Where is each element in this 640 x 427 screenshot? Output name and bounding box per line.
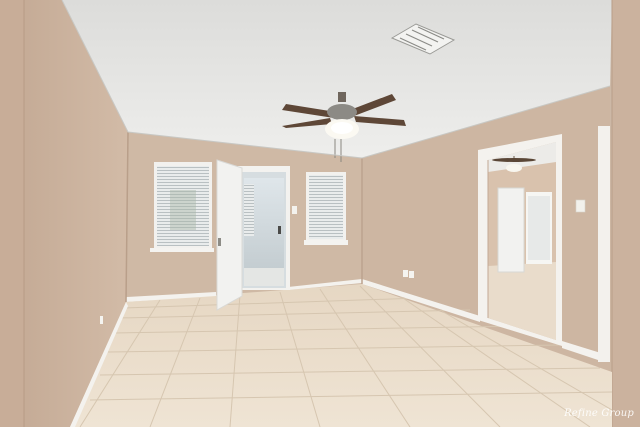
thermostat [575, 199, 586, 213]
outlet [409, 271, 414, 278]
room-photo [0, 0, 640, 427]
hallway-doorway [478, 134, 562, 346]
window-left [150, 162, 214, 252]
outlet [403, 270, 408, 277]
light-switch [292, 206, 297, 214]
outlet [100, 316, 103, 324]
entry-door-open [216, 159, 243, 311]
watermark-text: Refine Group [564, 408, 634, 419]
watermark-logo: Refine Group [552, 393, 634, 419]
hall-frame-right [598, 126, 610, 362]
left-column [0, 0, 24, 427]
window-right [304, 172, 348, 245]
entry-doorway [238, 166, 290, 290]
right-column [612, 0, 640, 427]
